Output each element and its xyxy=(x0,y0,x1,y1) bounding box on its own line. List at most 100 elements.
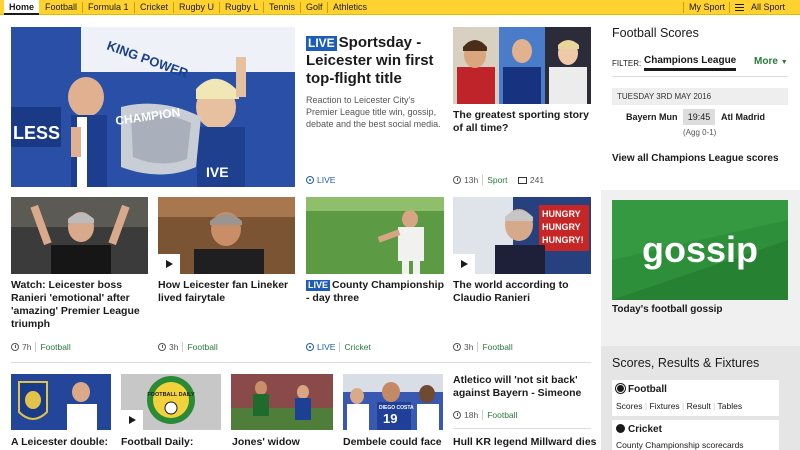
ranieri-video-image[interactable] xyxy=(11,197,148,274)
story-tag[interactable]: Football xyxy=(482,410,518,420)
hero-live-badge: LIVE xyxy=(306,36,337,51)
chevron-down-icon: ▼ xyxy=(780,59,788,66)
row3-story-2-title[interactable]: Football Daily: xyxy=(121,436,231,449)
jones-widow-image[interactable] xyxy=(231,374,333,430)
cricket-scene xyxy=(306,197,444,274)
greatest-story-image[interactable] xyxy=(453,27,591,104)
football-scores-box: Football Scores FILTER: Champions League… xyxy=(601,15,800,190)
nav-home[interactable]: Home xyxy=(4,0,40,15)
tables-link[interactable]: Tables xyxy=(718,401,743,411)
clock-icon xyxy=(453,176,461,184)
nav-all-sport[interactable]: All Sport xyxy=(746,0,790,15)
football-icon xyxy=(616,384,625,393)
row3-story-1-title[interactable]: A Leicester double: xyxy=(11,436,121,449)
hullkr-story-title[interactable]: Hull KR legend Millward dies xyxy=(453,436,603,449)
srf-football: Football Scores | Fixtures | Result | Ta… xyxy=(612,380,779,416)
row2-story-4-title[interactable]: The world according to Claudio Ranieri xyxy=(453,279,593,305)
svg-text:HUNGRY: HUNGRY xyxy=(542,222,581,232)
story-tag[interactable]: Sport xyxy=(482,175,508,185)
leicester-double-scene xyxy=(11,374,111,430)
story-divider xyxy=(453,428,591,429)
row2-story-4-meta: 3h Football xyxy=(453,342,513,352)
row3-story-3-title[interactable]: Jones' widow xyxy=(232,436,342,449)
nav-football[interactable]: Football xyxy=(40,0,82,15)
scores-divider xyxy=(612,76,788,77)
gossip-caption[interactable]: Today's football gossip xyxy=(612,304,723,315)
greatest-story-meta: 13h Sport 241 xyxy=(453,175,544,185)
rugby-scene xyxy=(231,374,333,430)
dembele-image[interactable]: 19 DIEGO COSTA xyxy=(343,374,443,430)
srf-cricket-heading[interactable]: Cricket xyxy=(616,424,662,435)
football-daily-image[interactable]: FOOTBALL DAILY xyxy=(121,374,221,430)
scores-link[interactable]: Scores xyxy=(616,401,642,411)
comments-icon xyxy=(517,177,527,184)
nav-tennis[interactable]: Tennis xyxy=(264,0,300,15)
row3-story-4-title[interactable]: Dembele could face xyxy=(343,436,453,449)
nav-athletics[interactable]: Athletics xyxy=(328,0,372,15)
hero-summary: Reaction to Leicester City's Premier Lea… xyxy=(306,95,441,129)
gossip-image[interactable]: gossip xyxy=(612,200,788,300)
srf-box: Scores, Results & Fixtures Football Scor… xyxy=(601,346,800,450)
nav-formula1[interactable]: Formula 1 xyxy=(83,0,134,15)
away-team[interactable]: Atl Madrid xyxy=(721,112,765,122)
county-scorecards-link[interactable]: County Championship scorecards xyxy=(616,440,744,450)
clock-icon xyxy=(453,411,461,419)
dembele-scene: 19 DIEGO COSTA xyxy=(343,374,443,430)
svg-text:LESS: LESS xyxy=(13,123,60,143)
gossip-graphic: gossip xyxy=(612,200,788,300)
ranieri-scene xyxy=(11,197,148,274)
row2-story-2-meta: 3h Football xyxy=(158,342,218,352)
srf-cricket: Cricket County Championship scorecards xyxy=(612,420,779,450)
cricket-ball-icon xyxy=(616,424,625,433)
story-tag[interactable]: Football xyxy=(35,342,71,352)
play-icon[interactable] xyxy=(121,410,143,430)
nav-separator xyxy=(729,2,730,13)
scores-title: Football Scores xyxy=(612,26,699,40)
nav-rugby-league[interactable]: Rugby L xyxy=(220,0,264,15)
cricket-image[interactable] xyxy=(306,197,444,274)
row2-story-3-meta: LIVE Cricket xyxy=(306,342,371,352)
row2-story-3-title[interactable]: LIVE County Championship - day three xyxy=(306,279,446,305)
atletico-story-title[interactable]: Atletico will 'not sit back' against Bay… xyxy=(453,374,593,400)
section-divider xyxy=(11,362,591,363)
story-tag[interactable]: Cricket xyxy=(339,342,371,352)
kickoff-time: 19:45 xyxy=(683,109,715,125)
hero-image[interactable]: KING POWER LESS IVE CHAMPION xyxy=(11,27,295,187)
atletico-story-meta: 18h Football xyxy=(453,410,518,420)
leicester-double-image[interactable] xyxy=(11,374,111,430)
svg-text:HUNGRY: HUNGRY xyxy=(542,209,581,219)
play-icon[interactable] xyxy=(158,254,180,274)
fixtures-link[interactable]: Fixtures xyxy=(649,401,679,411)
hero-headline[interactable]: LIVE Sportsday - Leicester win first top-… xyxy=(306,34,446,88)
srf-football-links: Scores | Fixtures | Result | Tables xyxy=(616,401,743,411)
story-tag[interactable]: Football xyxy=(182,342,218,352)
live-badge: LIVE xyxy=(306,280,331,291)
svg-text:19: 19 xyxy=(383,411,397,426)
nav-cricket[interactable]: Cricket xyxy=(135,0,173,15)
lineker-video-image[interactable] xyxy=(158,197,295,274)
svg-text:gossip: gossip xyxy=(642,229,758,270)
nav-rugby-union[interactable]: Rugby U xyxy=(174,0,219,15)
hero-meta: LIVE xyxy=(306,175,335,185)
story-tag[interactable]: Football xyxy=(477,342,513,352)
players-collage xyxy=(453,27,591,104)
filter-label: FILTER: xyxy=(612,59,642,68)
play-icon[interactable] xyxy=(453,254,475,274)
clock-icon xyxy=(158,343,166,351)
hero-image-scene: KING POWER LESS IVE CHAMPION xyxy=(11,27,295,187)
home-team[interactable]: Bayern Mun xyxy=(626,112,678,122)
menu-icon[interactable] xyxy=(735,4,744,11)
ranieri-world-image[interactable]: HUNGRY HUNGRY HUNGRY! xyxy=(453,197,591,274)
greatest-story-title[interactable]: The greatest sporting story of all time? xyxy=(453,109,593,135)
view-all-scores-link[interactable]: View all Champions League scores xyxy=(612,153,779,164)
clock-icon xyxy=(11,343,19,351)
row2-story-2-title[interactable]: How Leicester fan Lineker lived fairytal… xyxy=(158,279,296,305)
nav-golf[interactable]: Golf xyxy=(301,0,328,15)
results-link[interactable]: Result xyxy=(687,401,711,411)
more-dropdown[interactable]: More ▼ xyxy=(754,56,788,67)
top-nav: Home Football Formula 1 Cricket Rugby U … xyxy=(0,0,800,15)
nav-my-sport[interactable]: My Sport xyxy=(684,0,730,15)
row2-story-1-title[interactable]: Watch: Leicester boss Ranieri 'emotional… xyxy=(11,279,149,331)
filter-select[interactable]: Champions League xyxy=(644,55,737,71)
srf-football-heading[interactable]: Football xyxy=(616,384,667,395)
